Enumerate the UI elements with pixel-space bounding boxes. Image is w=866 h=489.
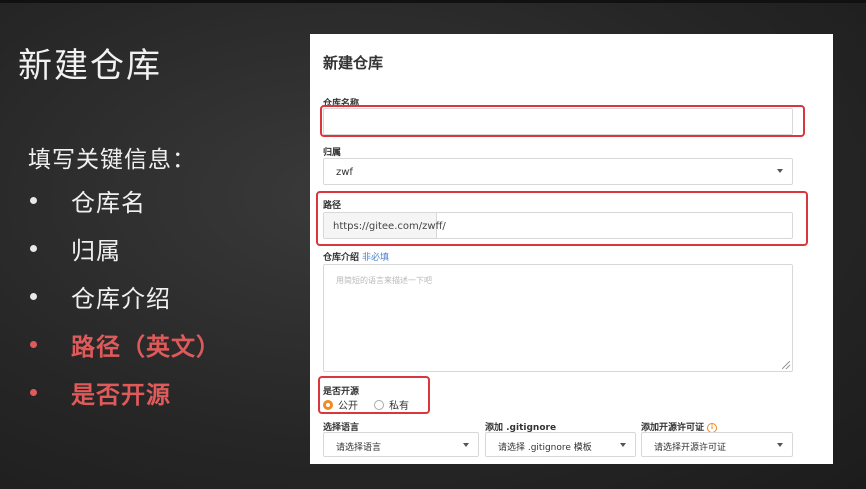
bullet-item-highlight: 路径（英文） — [26, 320, 221, 368]
bullet-item: 仓库名 — [26, 176, 221, 224]
language-select[interactable]: 请选择语言 — [323, 432, 479, 457]
description-label: 仓库介绍 非必填 — [323, 253, 390, 263]
owner-label: 归属 — [323, 148, 342, 158]
bullet-item-highlight: 是否开源 — [26, 368, 221, 416]
gitignore-select[interactable]: 请选择 .gitignore 模板 — [485, 432, 636, 457]
description-placeholder: 用简短的语言来描述一下吧 — [336, 276, 432, 285]
chevron-down-icon — [777, 443, 783, 447]
chevron-down-icon — [620, 443, 626, 447]
bullet-dot-icon — [30, 340, 37, 348]
annotation-box-visibility — [318, 376, 430, 414]
owner-select[interactable]: zwf — [323, 158, 793, 185]
chevron-down-icon — [463, 443, 469, 447]
new-repo-form: 新建仓库 仓库名称 归属 zwf 路径 https://gitee.com/zw… — [310, 34, 833, 464]
annotation-box-path — [316, 191, 808, 246]
bullet-dot-icon — [30, 196, 37, 204]
bullet-item: 仓库介绍 — [26, 272, 221, 320]
top-bar — [0, 0, 866, 3]
form-title: 新建仓库 — [323, 54, 384, 72]
bullet-dot-icon — [30, 292, 37, 300]
slide-title: 新建仓库 — [18, 46, 162, 86]
license-select[interactable]: 请选择开源许可证 — [641, 432, 793, 457]
resize-handle-icon[interactable] — [782, 361, 790, 369]
bullet-item: 归属 — [26, 224, 221, 272]
info-icon[interactable]: i — [707, 422, 718, 433]
annotation-box-repo-name — [320, 105, 805, 137]
chevron-down-icon — [777, 169, 783, 173]
description-textarea[interactable]: 用简短的语言来描述一下吧 — [323, 264, 793, 372]
bullet-dot-icon — [30, 388, 37, 396]
slide-intro: 填写关键信息： — [28, 147, 196, 173]
bullet-list: 仓库名 归属 仓库介绍 路径（英文） 是否开源 — [26, 176, 221, 416]
bullet-dot-icon — [30, 244, 37, 252]
